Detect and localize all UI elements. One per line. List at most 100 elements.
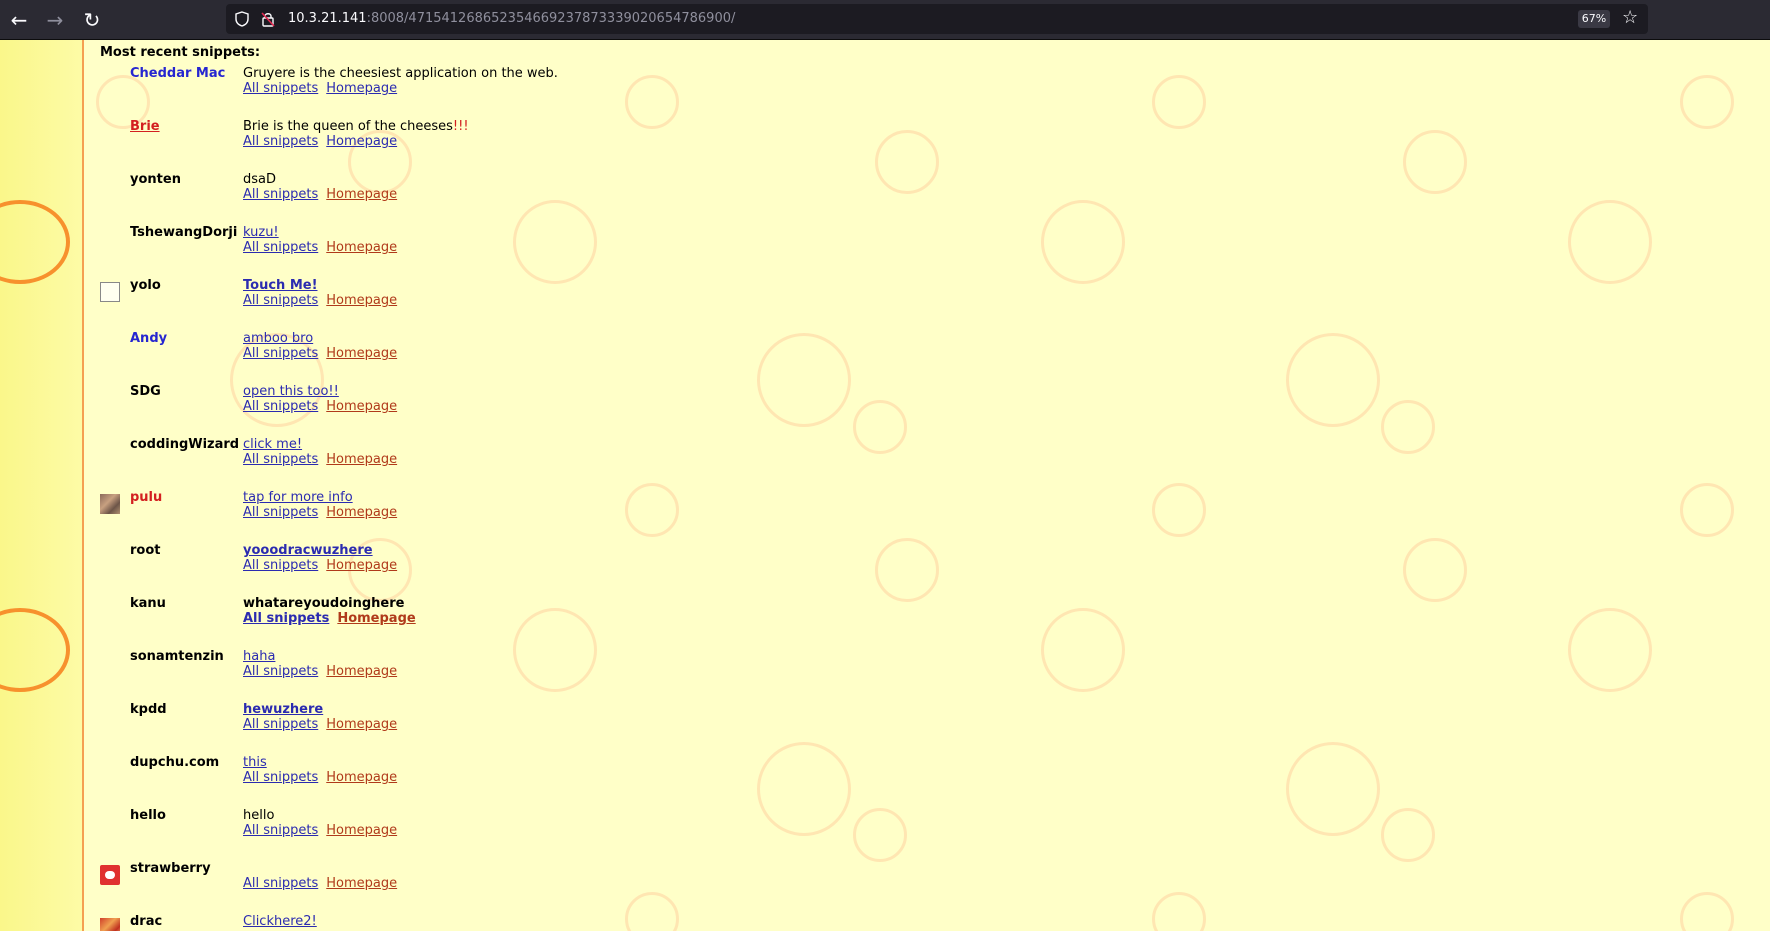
snippet-link[interactable]: click me! [243,437,302,452]
snippet-link[interactable]: kuzu! [243,225,279,240]
snippet-text: whatareyoudoinghere [243,596,405,611]
all-snippets-link[interactable]: All snippets [243,611,329,626]
all-snippets-link[interactable]: All snippets [243,399,318,414]
homepage-link[interactable]: Homepage [326,717,397,732]
all-snippets-link[interactable]: All snippets [243,505,318,520]
snippet-link[interactable]: hewuzhere [243,702,323,717]
all-snippets-link[interactable]: All snippets [243,187,318,202]
snippet-link[interactable]: Touch Me! [243,278,318,293]
snippet-row: coddingWizard click me! All snippets Home… [100,437,900,490]
snippet-text: dsaD [243,172,277,187]
all-snippets-link[interactable]: All snippets [243,81,318,96]
snippet-author: Cheddar Mac [130,66,226,81]
snippet-author: SDG [130,384,161,399]
decorative-circle [1403,538,1467,602]
snippet-link[interactable]: amboo bro [243,331,313,346]
snippet-row: strawberry All snippets Homepage [100,861,900,914]
insecure-lock-icon[interactable] [260,11,276,27]
zoom-level-badge[interactable]: 67% [1578,10,1610,28]
homepage-link[interactable]: Homepage [326,293,397,308]
back-icon[interactable]: ← [5,6,33,34]
bookmark-star-icon[interactable]: ☆ [1622,7,1638,28]
shield-icon[interactable] [234,11,250,27]
homepage-link[interactable]: Homepage [337,611,415,626]
snippet-author: kanu [130,596,166,611]
avatar [100,282,120,302]
snippet-author: strawberry [130,861,211,876]
snippet-author: dupchu.com [130,755,220,770]
all-snippets-link[interactable]: All snippets [243,876,318,891]
snippet-row: dupchu.com this All snippets Homepage [100,755,900,808]
snippet-row: yolo Touch Me! All snippets Homepage [100,278,900,331]
snippet-author-link[interactable]: Brie [130,119,160,134]
snippet-row: root yooodracwuzhere All snippets Homepag… [100,543,900,596]
address-bar[interactable]: 10.3.21.141:8008/47154126865235466923787… [226,4,1648,34]
url-path: :8008/4715412686523546692378733390206547… [366,11,736,26]
homepage-link[interactable]: Homepage [326,664,397,679]
page-heading: Most recent snippets: [100,45,261,60]
snippet-author: TshewangDorji [130,225,238,240]
forward-icon[interactable]: → [41,6,69,34]
decorative-circle [1568,608,1652,692]
homepage-link[interactable]: Homepage [326,81,397,96]
snippet-author: root [130,543,161,558]
snippet-author: sonamtenzin [130,649,224,664]
all-snippets-link[interactable]: All snippets [243,240,318,255]
url-host: 10.3.21.141 [288,11,367,26]
decorative-circle [1680,75,1734,129]
homepage-link[interactable]: Homepage [326,187,397,202]
snippet-author: pulu [130,490,163,505]
browser-toolbar: ← → ↻ 10.3.21.141:8008/47154126865235466… [0,0,1770,40]
all-snippets-link[interactable]: All snippets [243,293,318,308]
snippet-text-main: Brie is the queen of the cheeses [243,119,453,134]
snippet-row: pulu tap for more info All snippets Homep… [100,490,900,543]
all-snippets-link[interactable]: All snippets [243,770,318,785]
reload-icon[interactable]: ↻ [78,6,106,34]
homepage-link[interactable]: Homepage [326,452,397,467]
snippet-link[interactable]: yooodracwuzhere [243,543,373,558]
decorative-circle [1286,742,1380,836]
all-snippets-link[interactable]: All snippets [243,346,318,361]
snippet-text-emphasis: !!! [452,119,469,134]
snippet-link[interactable]: Clickhere2! [243,914,317,929]
snippet-row: Andy amboo bro All snippets Homepage [100,331,900,384]
all-snippets-link[interactable]: All snippets [243,558,318,573]
all-snippets-link[interactable]: All snippets [243,823,318,838]
homepage-link[interactable]: Homepage [326,558,397,573]
snippet-text: hello [243,808,275,823]
snippet-link[interactable]: tap for more info [243,490,353,505]
decorative-circle [1041,608,1125,692]
all-snippets-link[interactable]: All snippets [243,134,318,149]
all-snippets-link[interactable]: All snippets [243,664,318,679]
homepage-link[interactable]: Homepage [326,823,397,838]
snippet-author: drac [130,914,163,929]
snippet-author: hello [130,808,166,823]
snippet-row: yonten dsaD All snippets Homepage [100,172,900,225]
snippet-row: hello hello All snippets Homepage [100,808,900,861]
snippet-row: TshewangDorji kuzu! All snippets Homepage [100,225,900,278]
decorative-circle [1286,333,1380,427]
homepage-link[interactable]: Homepage [326,346,397,361]
homepage-link[interactable]: Homepage [326,399,397,414]
homepage-link[interactable]: Homepage [326,505,397,520]
decorative-circle [1403,130,1467,194]
url-text[interactable]: 10.3.21.141:8008/47154126865235466923787… [288,11,735,26]
snippet-author: yonten [130,172,181,187]
all-snippets-link[interactable]: All snippets [243,452,318,467]
snippet-author: coddingWizard [130,437,240,452]
snippet-link[interactable]: this [243,755,267,770]
snippet-link[interactable]: open this too!! [243,384,339,399]
homepage-link[interactable]: Homepage [326,134,397,149]
decorative-circle [1152,892,1206,931]
decorative-circle [1680,892,1734,931]
homepage-link[interactable]: Homepage [326,876,397,891]
decorative-circle [1152,75,1206,129]
snippet-author: yolo [130,278,161,293]
snippet-author: kpdd [130,702,167,717]
left-sidebar [0,40,84,931]
homepage-link[interactable]: Homepage [326,770,397,785]
snippet-link[interactable]: haha [243,649,275,664]
snippet-row: drac Clickhere2! [100,914,900,931]
all-snippets-link[interactable]: All snippets [243,717,318,732]
homepage-link[interactable]: Homepage [326,240,397,255]
